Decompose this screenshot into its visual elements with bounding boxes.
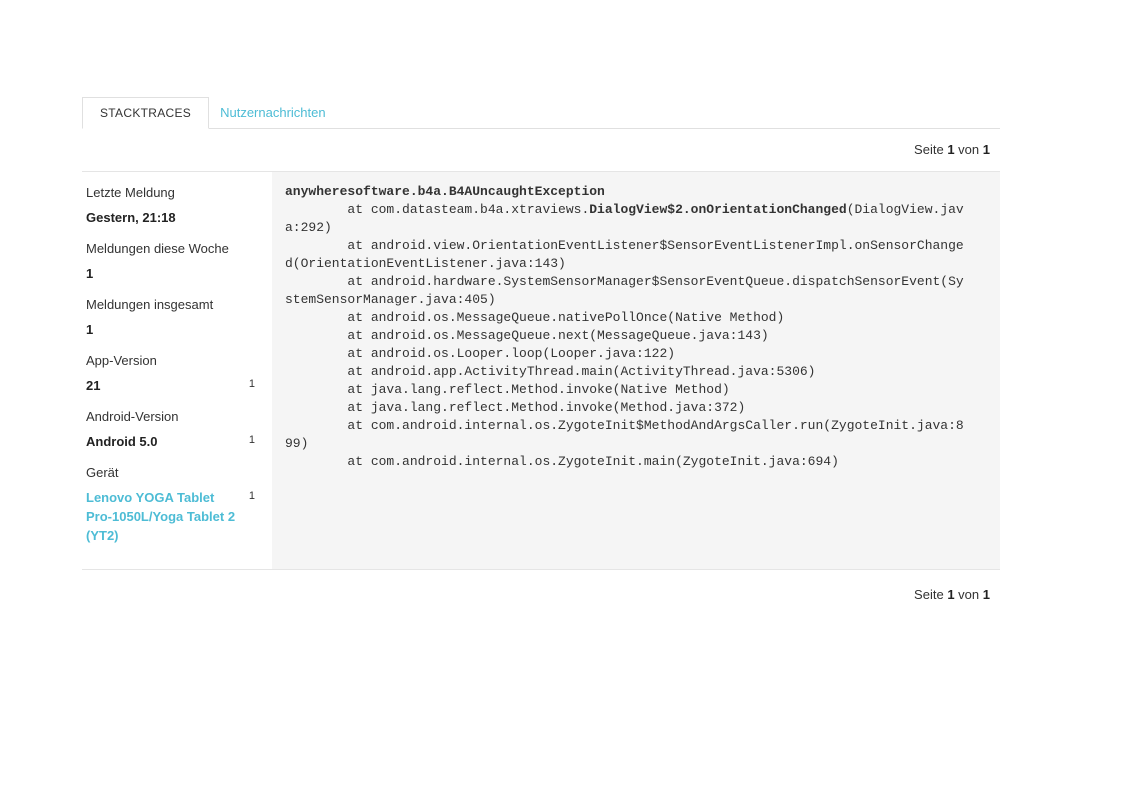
stacktrace-line: d(OrientationEventListener.java:143) [285,255,987,273]
stacktrace-line: at android.hardware.SystemSensorManager$… [285,273,987,291]
stat-row: Android 5.0 1 [86,432,258,451]
stat-count: 1 [248,378,255,390]
pagination-top: Seite 1 von 1 [82,142,990,157]
stacktrace-line: at java.lang.reflect.Method.invoke(Metho… [285,399,987,417]
tab-bar: STACKTRACES Nutzernachrichten [82,97,1000,129]
pagination-label: Seite [914,142,944,157]
stacktrace-line: at com.android.internal.os.ZygoteInit$Me… [285,417,987,435]
stacktrace-segment: at android.os.Looper.loop(Looper.java:12… [285,346,676,361]
stacktrace-segment: at android.app.ActivityThread.main(Activ… [285,364,816,379]
stacktrace-segment: at com.android.internal.os.ZygoteInit.ma… [285,454,839,469]
stacktrace-segment: anywheresoftware.b4a.B4AUncaughtExceptio… [285,184,605,199]
pagination-current-page: 1 [947,142,955,157]
stacktrace-line: at android.os.MessageQueue.nativePollOnc… [285,309,987,327]
stacktrace-line: at android.view.OrientationEventListener… [285,237,987,255]
stat-row: 1 [86,320,258,339]
stacktrace-panel: anywheresoftware.b4a.B4AUncaughtExceptio… [272,172,1000,569]
stat-row: Gestern, 21:18 [86,208,258,227]
stacktrace-segment: (DialogView.jav [846,202,964,217]
stacktrace-line: at android.app.ActivityThread.main(Activ… [285,363,987,381]
stacktrace-segment: at com.android.internal.os.ZygoteInit$Me… [285,418,964,433]
stat-value: Android 5.0 [86,434,158,449]
stat-value: 1 [86,322,94,337]
stat-value: Gestern, 21:18 [86,210,176,225]
stacktrace-line: a:292) [285,219,987,237]
stat-label: Meldungen diese Woche [86,241,229,256]
stacktrace-line: at android.os.Looper.loop(Looper.java:12… [285,345,987,363]
stat-label: Android-Version [86,409,179,424]
device-link[interactable]: Lenovo YOGA Tablet Pro-1050L/Yoga Tablet… [86,488,238,545]
crash-detail-content: Letzte Meldung Gestern, 21:18 Meldungen di… [82,171,1000,570]
pagination-total-pages: 1 [982,587,990,602]
crash-stats-sidebar: Letzte Meldung Gestern, 21:18 Meldungen di… [82,172,258,569]
tab-stacktraces[interactable]: STACKTRACES [82,97,210,129]
pagination-current-page: 1 [947,587,955,602]
stacktrace-line: anywheresoftware.b4a.B4AUncaughtExceptio… [285,183,987,201]
sidebar-panel-gap [258,172,272,569]
stat-value: 1 [86,266,94,281]
stacktrace-line: at com.android.internal.os.ZygoteInit.ma… [285,453,987,471]
stat-group: App-Version 21 1 [86,353,258,395]
stacktrace-segment: d(OrientationEventListener.java:143) [285,256,566,271]
stat-group: Letzte Meldung Gestern, 21:18 [86,185,258,227]
stat-row: 21 1 [86,376,258,395]
stacktrace-segment: at android.os.MessageQueue.next(MessageQ… [285,328,769,343]
stacktrace-segment: at android.hardware.SystemSensorManager$… [285,274,964,289]
stacktrace-line: stemSensorManager.java:405) [285,291,987,309]
stat-group: Meldungen diese Woche 1 [86,241,258,283]
stacktrace-segment: 99) [285,436,309,451]
stat-label: Letzte Meldung [86,185,175,200]
stacktrace-segment: at java.lang.reflect.Method.invoke(Nativ… [285,382,730,397]
stat-count: 1 [248,490,255,502]
stacktrace-line: 99) [285,435,987,453]
stat-label: App-Version [86,353,157,368]
stat-group: Android-Version Android 5.0 1 [86,409,258,451]
stat-group: Gerät Lenovo YOGA Tablet Pro-1050L/Yoga T… [86,465,258,545]
stat-label: Gerät [86,465,119,480]
pagination-bottom: Seite 1 von 1 [82,587,990,602]
stacktrace-segment: stemSensorManager.java:405) [285,292,496,307]
stat-row: 1 [86,264,258,283]
stat-count: 1 [248,434,255,446]
stacktrace-segment: at java.lang.reflect.Method.invoke(Metho… [285,400,746,415]
pagination-total-pages: 1 [982,142,990,157]
stacktrace-line: at com.datasteam.b4a.xtraviews.DialogVie… [285,201,987,219]
stacktrace-line: at android.os.MessageQueue.next(MessageQ… [285,327,987,345]
stacktrace-segment: DialogView$2.onOrientationChanged [589,202,847,217]
stat-value: 21 [86,378,101,393]
crash-report-page: STACKTRACES Nutzernachrichten Seite 1 vo… [82,97,1000,602]
pagination-of-label: von [958,587,980,602]
pagination-label: Seite [914,587,944,602]
pagination-of-label: von [958,142,980,157]
stat-group: Meldungen insgesamt 1 [86,297,258,339]
tab-nutzernachrichten[interactable]: Nutzernachrichten [209,97,337,128]
stacktrace-line: at java.lang.reflect.Method.invoke(Nativ… [285,381,987,399]
stacktrace-segment: a:292) [285,220,332,235]
stat-row: Lenovo YOGA Tablet Pro-1050L/Yoga Tablet… [86,488,258,545]
stat-label: Meldungen insgesamt [86,297,214,312]
stacktrace-segment: at android.view.OrientationEventListener… [285,238,964,253]
stacktrace-segment: at com.datasteam.b4a.xtraviews. [285,202,590,217]
stacktrace-segment: at android.os.MessageQueue.nativePollOnc… [285,310,785,325]
